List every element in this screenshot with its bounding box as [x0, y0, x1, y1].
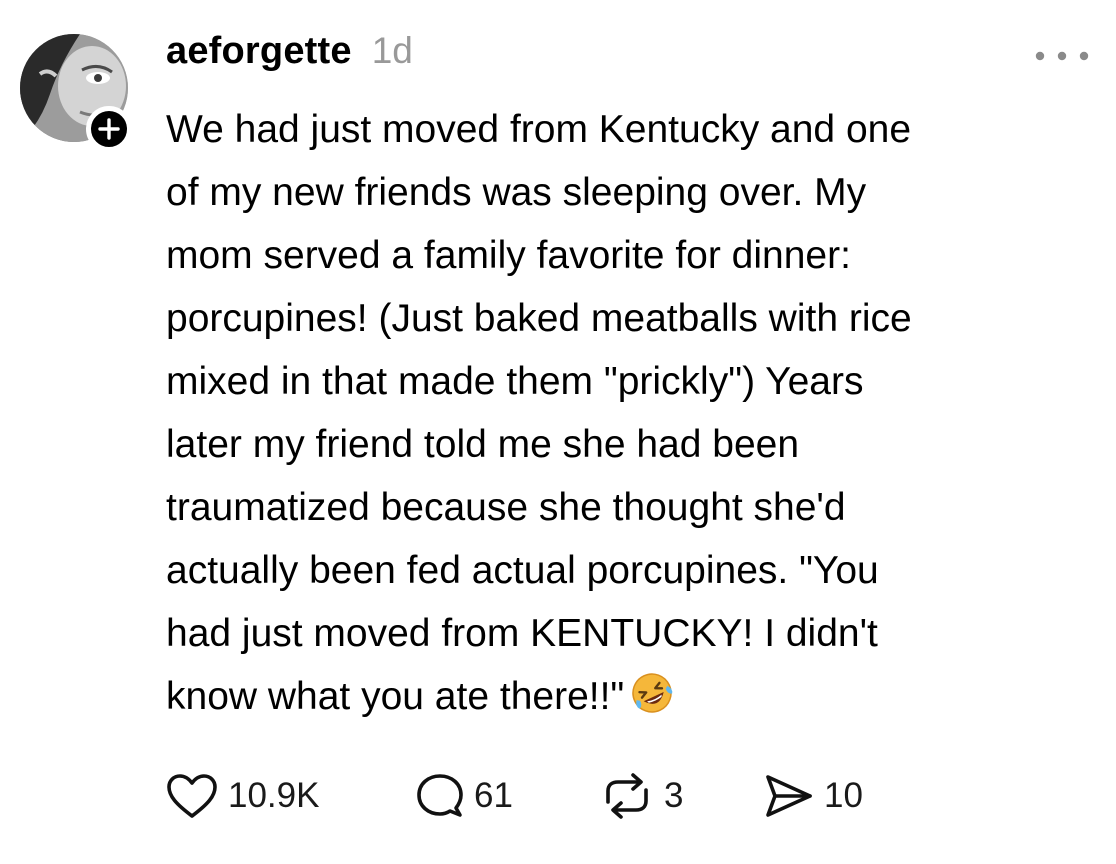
- like-button[interactable]: 10.9K: [166, 770, 319, 822]
- post-header: aeforgette 1d: [166, 30, 413, 86]
- rolling-on-floor-laughing-emoji: [630, 671, 674, 715]
- repost-count: 3: [664, 776, 684, 815]
- body-line: We had just moved from Kentucky and one: [166, 108, 912, 151]
- send-icon: [766, 775, 812, 817]
- repost-icon: [606, 773, 648, 819]
- repost-button[interactable]: 3: [600, 770, 683, 822]
- reply-button[interactable]: 61: [416, 770, 513, 822]
- body-line-text: know what you ate there!!": [166, 675, 625, 718]
- like-count: 10.9K: [228, 776, 320, 815]
- body-line: of my new friends was sleeping over. My: [166, 171, 867, 214]
- post-body: We had just moved from Kentucky and one …: [166, 98, 1086, 728]
- body-line: porcupines! (Just baked meatballs with r…: [166, 297, 912, 340]
- username[interactable]: aeforgette: [166, 30, 352, 73]
- body-line: traumatized because she thought she'd: [166, 486, 846, 529]
- body-line: actually been fed actual porcupines. "Yo…: [166, 549, 879, 592]
- speech-bubble-icon: [417, 774, 463, 817]
- avatar-container[interactable]: [20, 34, 132, 152]
- share-button[interactable]: 10: [764, 770, 863, 822]
- more-dots-icon: [1035, 51, 1089, 61]
- body-line-last: know what you ate there!!": [166, 665, 1086, 728]
- body-line: mixed in that made them "prickly") Years: [166, 360, 864, 403]
- timestamp: 1d: [371, 30, 413, 71]
- body-line: mom served a family favorite for dinner:: [166, 234, 851, 277]
- heart-icon: [167, 774, 217, 818]
- post-card: aeforgette 1d We had just moved from Ken…: [0, 0, 1116, 864]
- follow-button[interactable]: [86, 106, 132, 152]
- share-count: 10: [824, 776, 863, 815]
- reply-count: 61: [474, 776, 513, 815]
- body-line: later my friend told me she had been: [166, 423, 800, 466]
- more-options-button[interactable]: [1030, 38, 1094, 74]
- plus-icon: [98, 118, 120, 140]
- body-line: had just moved from KENTUCKY! I didn't: [166, 612, 878, 655]
